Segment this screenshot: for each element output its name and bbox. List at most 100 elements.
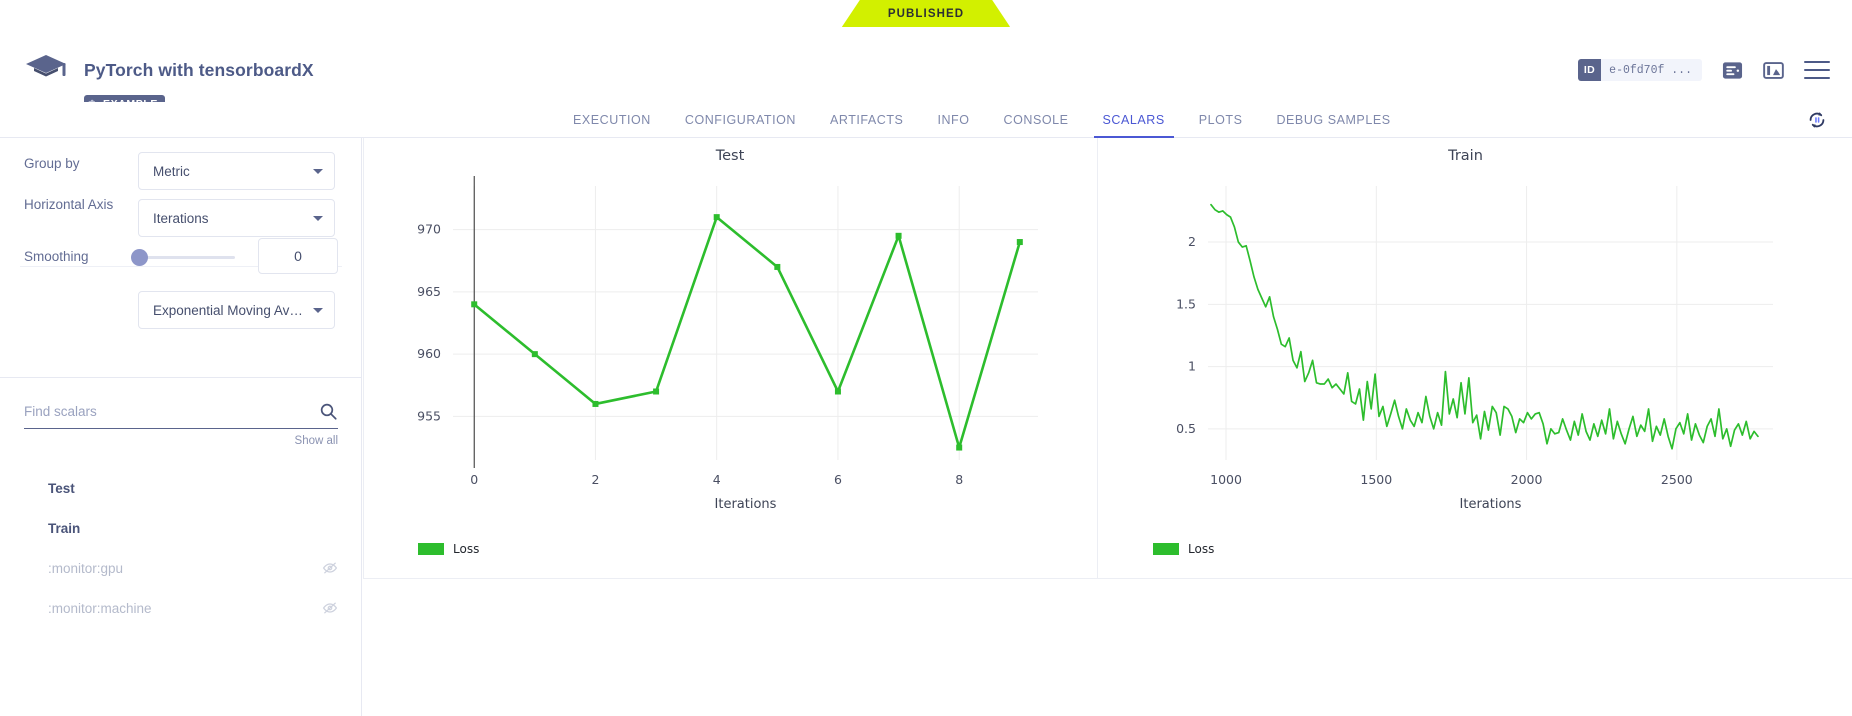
smoothing-row: Smoothing	[24, 249, 89, 264]
svg-text:1000: 1000	[1210, 472, 1242, 487]
scalar-item-monitor-gpu[interactable]: :monitor:gpu	[0, 548, 362, 588]
tab-console[interactable]: CONSOLE	[987, 102, 1086, 138]
published-ribbon-container: PUBLISHED	[0, 0, 1852, 28]
chevron-down-icon	[313, 308, 323, 313]
group-by-select[interactable]: Metric	[138, 152, 335, 190]
tab-label: CONFIGURATION	[685, 113, 796, 127]
svg-text:6: 6	[834, 472, 842, 487]
experiment-tabbar: EXECUTION CONFIGURATION ARTIFACTS INFO C…	[0, 102, 1852, 138]
header-actions: ID e-0fd70f ...	[1578, 59, 1830, 81]
charts-area: Test 95596096597002468Iterations Loss Tr…	[363, 138, 1852, 716]
tab-artifacts[interactable]: ARTIFACTS	[813, 102, 920, 138]
svg-text:0: 0	[470, 472, 478, 487]
scalar-item-label: :monitor:machine	[48, 601, 152, 616]
smoothing-slider-knob[interactable]	[131, 249, 148, 266]
legend-swatch-loss	[1153, 543, 1179, 555]
svg-text:965: 965	[417, 284, 441, 299]
legend-label-loss: Loss	[453, 542, 479, 556]
graduation-cap-icon	[24, 51, 68, 91]
tab-plots[interactable]: PLOTS	[1182, 102, 1260, 138]
charts-bottom-rule	[363, 578, 1852, 579]
scalar-item-train[interactable]: Train	[0, 508, 362, 548]
smoothing-algorithm-select[interactable]: Exponential Moving Ave...	[138, 291, 335, 329]
horizontal-axis-label: Horizontal Axis	[24, 197, 113, 212]
legend-label-loss: Loss	[1188, 542, 1214, 556]
scalar-search-box[interactable]	[24, 395, 338, 429]
svg-text:Iterations: Iterations	[1460, 497, 1522, 512]
smoothing-value-input[interactable]: 0	[258, 238, 338, 274]
eye-off-icon[interactable]	[322, 560, 338, 576]
tab-scalars[interactable]: SCALARS	[1086, 102, 1182, 138]
svg-text:1: 1	[1188, 359, 1196, 374]
svg-text:2000: 2000	[1511, 472, 1543, 487]
tab-execution[interactable]: EXECUTION	[556, 102, 668, 138]
panel-layout-icon[interactable]	[1763, 60, 1784, 81]
tab-info[interactable]: INFO	[920, 102, 986, 138]
experiment-id-chip[interactable]: ID e-0fd70f ...	[1578, 59, 1702, 81]
scalar-list: Test Train :monitor:gpu :monitor:machine	[0, 468, 362, 628]
tab-label: ARTIFACTS	[830, 113, 903, 127]
tab-debug-samples[interactable]: DEBUG SAMPLES	[1259, 102, 1407, 138]
smoothing-algorithm-value: Exponential Moving Ave...	[153, 303, 307, 318]
experiment-id-value: e-0fd70f ...	[1601, 59, 1702, 81]
published-ribbon: PUBLISHED	[842, 0, 1010, 27]
smoothing-slider-track[interactable]	[138, 256, 235, 259]
chevron-down-icon	[313, 216, 323, 221]
scalar-search-wrap: Show all	[24, 395, 338, 429]
search-input[interactable]	[24, 404, 319, 419]
svg-text:960: 960	[417, 346, 441, 361]
group-by-row: Group by	[24, 156, 80, 171]
tab-label: INFO	[937, 113, 969, 127]
chart-card-train: Train 0.511.521000150020002500Iterations…	[1098, 138, 1833, 578]
tab-label: CONSOLE	[1004, 113, 1069, 127]
horizontal-axis-select[interactable]: Iterations	[138, 199, 335, 237]
svg-text:8: 8	[955, 472, 963, 487]
svg-text:2500: 2500	[1661, 472, 1693, 487]
published-ribbon-label: PUBLISHED	[888, 8, 964, 20]
group-by-label: Group by	[24, 156, 80, 171]
page-title: PyTorch with tensorboardX	[84, 60, 314, 81]
log-lines-icon[interactable]	[1722, 60, 1743, 81]
svg-text:970: 970	[417, 222, 441, 237]
scalar-item-monitor-machine[interactable]: :monitor:machine	[0, 588, 362, 628]
svg-text:2: 2	[591, 472, 599, 487]
svg-text:2: 2	[1188, 234, 1196, 249]
scalar-item-label: Train	[48, 521, 80, 536]
chart-legend[interactable]: Loss	[418, 542, 479, 556]
scalar-item-test[interactable]: Test	[0, 468, 362, 508]
group-by-value: Metric	[153, 164, 190, 179]
auto-refresh-pause-icon[interactable]	[1806, 109, 1828, 131]
svg-text:0.5: 0.5	[1176, 421, 1196, 436]
experiment-id-key: ID	[1578, 59, 1601, 81]
tab-configuration[interactable]: CONFIGURATION	[668, 102, 813, 138]
train-loss-line-chart[interactable]: 0.5 1 1.5 2 1000 1500 2000 2500 Iterations	[1098, 138, 1833, 538]
svg-text:1500: 1500	[1360, 472, 1392, 487]
horizontal-axis-row: Horizontal Axis	[24, 197, 113, 212]
tab-label: EXECUTION	[573, 113, 651, 127]
search-icon[interactable]	[319, 402, 338, 421]
test-loss-line-chart[interactable]: 955 960 965 970 0 2 4 6 8 Iterations	[363, 138, 1098, 538]
tab-list: EXECUTION CONFIGURATION ARTIFACTS INFO C…	[556, 102, 1408, 138]
hamburger-menu-icon[interactable]	[1804, 61, 1830, 79]
svg-text:955: 955	[417, 408, 441, 423]
svg-text:Iterations: Iterations	[715, 497, 777, 512]
scalar-item-label: :monitor:gpu	[48, 561, 123, 576]
page-header: PyTorch with tensorboardX EXAMPLE ID e-0…	[0, 27, 1852, 102]
chart-card-test: Test 95596096597002468Iterations Loss	[363, 138, 1098, 578]
clearml-experiment-scalars-page: PUBLISHED PyTorch with tensorboardX EXAM…	[0, 0, 1852, 716]
chart-legend[interactable]: Loss	[1153, 542, 1214, 556]
svg-text:1.5: 1.5	[1176, 296, 1196, 311]
svg-text:4: 4	[713, 472, 721, 487]
tab-label: DEBUG SAMPLES	[1276, 113, 1390, 127]
scalar-item-label: Test	[48, 481, 75, 496]
chevron-down-icon	[313, 169, 323, 174]
legend-swatch-loss	[418, 543, 444, 555]
scalars-sidebar: Group by Metric Horizontal Axis Iteratio…	[0, 138, 362, 716]
tab-label: PLOTS	[1199, 113, 1243, 127]
show-all-link[interactable]: Show all	[295, 435, 338, 447]
chart-controls: Group by Metric Horizontal Axis Iteratio…	[0, 138, 361, 378]
eye-off-icon[interactable]	[322, 600, 338, 616]
horizontal-axis-value: Iterations	[153, 211, 209, 226]
tab-label: SCALARS	[1103, 113, 1165, 127]
smoothing-label: Smoothing	[24, 249, 89, 264]
